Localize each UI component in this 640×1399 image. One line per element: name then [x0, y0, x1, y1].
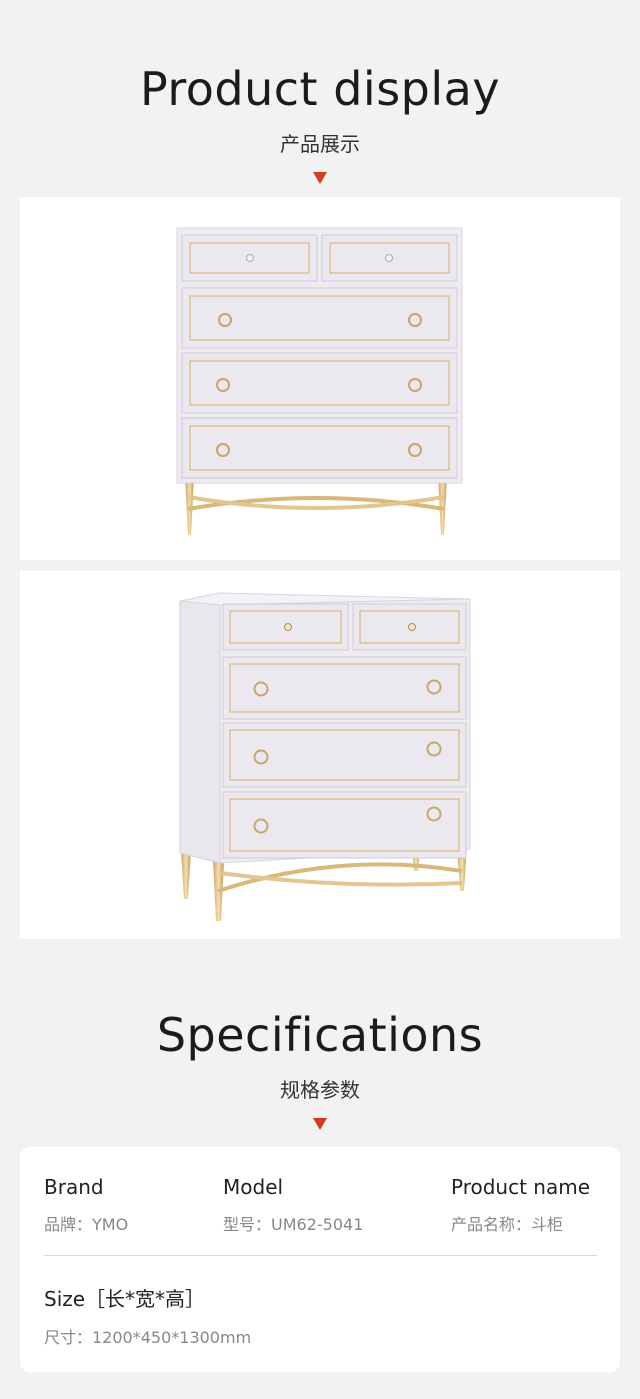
- model-spec: Model 型号：UM62-5041: [223, 1175, 363, 1235]
- size-heading: Size［长*宽*高］: [44, 1287, 206, 1311]
- product-name-value: 产品名称：斗柜: [451, 1215, 564, 1234]
- product-image-front: [20, 197, 620, 560]
- brand-spec: Brand 品牌：YMO: [44, 1175, 128, 1235]
- down-arrow-icon: [313, 172, 327, 184]
- product-display-subtitle: 产品展示: [280, 132, 360, 156]
- size-spec: Size［长*宽*高］ 尺寸：1200*450*1300mm: [44, 1283, 251, 1348]
- spec-divider: [44, 1255, 597, 1256]
- product-display-title: Product display: [139, 62, 501, 116]
- product-image-angle: [20, 571, 620, 939]
- brand-heading: Brand: [44, 1175, 104, 1199]
- specifications-card: Brand 品牌：YMO Model 型号：UM62-5041 Product …: [20, 1147, 620, 1372]
- specifications-subtitle: 规格参数: [280, 1078, 360, 1102]
- brand-value: 品牌：YMO: [44, 1215, 129, 1234]
- specifications-title: Specifications: [156, 1008, 484, 1062]
- cabinet-angle-illustration: [179, 592, 471, 921]
- product-name-heading: Product name: [451, 1175, 591, 1199]
- product-name-spec: Product name 产品名称：斗柜: [451, 1175, 590, 1235]
- down-arrow-icon: [313, 1118, 327, 1130]
- model-value: 型号：UM62-5041: [223, 1215, 364, 1234]
- size-value: 尺寸：1200*450*1300mm: [44, 1328, 252, 1347]
- model-heading: Model: [223, 1175, 284, 1199]
- cabinet-front-illustration: [176, 227, 463, 535]
